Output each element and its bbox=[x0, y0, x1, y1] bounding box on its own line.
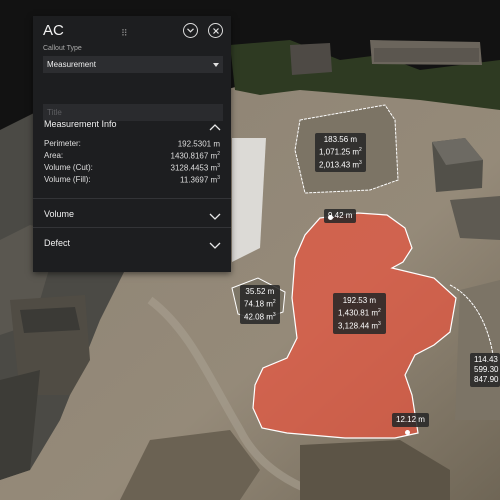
edge-bottom-label[interactable]: 12.12 m bbox=[392, 413, 429, 427]
divider bbox=[33, 227, 231, 228]
top-area-label[interactable]: 183.56 m 1,071.25 m2 2,013.43 m3 bbox=[315, 133, 366, 173]
right-area-area: 599.30 bbox=[474, 365, 499, 374]
row-label: Volume (Cut): bbox=[44, 163, 93, 172]
top-area-perimeter: 183.56 m bbox=[323, 135, 358, 144]
small-area-area: 74.18 m2 bbox=[244, 299, 276, 309]
measurement-info-label: Measurement Info bbox=[44, 119, 117, 129]
small-area-perimeter: 35.52 m bbox=[245, 287, 275, 296]
row-value: 3128.4453 m3 bbox=[170, 163, 220, 173]
right-area-volume: 847.90 bbox=[474, 375, 499, 384]
drag-handle-icon[interactable]: ⠿ bbox=[121, 28, 129, 39]
row-label: Area: bbox=[44, 151, 64, 160]
main-area-area: 1,430.81 m2 bbox=[338, 308, 381, 318]
small-area-label[interactable]: 35.52 m 74.18 m2 42.08 m3 bbox=[240, 285, 280, 325]
main-area-volume: 3,128.44 m3 bbox=[338, 320, 381, 331]
defect-section-header[interactable]: Defect bbox=[33, 232, 231, 254]
right-area-label[interactable]: 114.43 599.30 847.90 bbox=[470, 353, 500, 387]
dropdown-caret-icon bbox=[213, 63, 219, 67]
row-value: 11.3697 m3 bbox=[180, 175, 220, 185]
chevron-down-icon bbox=[209, 237, 221, 255]
right-area-perimeter: 114.43 bbox=[474, 355, 498, 364]
row-value: 1430.8167 m2 bbox=[170, 151, 220, 161]
callout-type-label: Callout Type bbox=[43, 45, 82, 52]
row-label: Perimeter: bbox=[44, 139, 81, 148]
volume-section-header[interactable]: Volume bbox=[33, 203, 231, 225]
measurement-info-header[interactable]: Measurement Info bbox=[33, 113, 231, 135]
defect-label: Defect bbox=[44, 238, 71, 248]
small-area-volume: 42.08 m3 bbox=[244, 311, 276, 322]
panel-title: AC bbox=[43, 22, 64, 39]
chevron-up-icon bbox=[209, 118, 221, 136]
callout-type-select[interactable]: Measurement bbox=[43, 56, 223, 73]
main-area-perimeter: 192.53 m bbox=[342, 296, 377, 305]
callout-panel: AC ⠿ Callout Type Measurement Measuremen… bbox=[33, 16, 231, 272]
row-value: 192.5301 m bbox=[177, 139, 220, 149]
row-label: Volume (Fill): bbox=[44, 175, 91, 184]
chevron-down-icon bbox=[209, 208, 221, 226]
top-area-area: 1,071.25 m2 bbox=[319, 147, 362, 157]
top-area-volume: 2,013.43 m3 bbox=[319, 159, 362, 170]
close-icon[interactable] bbox=[208, 23, 223, 38]
collapse-icon[interactable] bbox=[183, 23, 198, 38]
main-area-label[interactable]: 192.53 m 1,430.81 m2 3,128.44 m3 bbox=[333, 293, 386, 335]
callout-type-value: Measurement bbox=[47, 60, 96, 69]
vertex-marker[interactable] bbox=[328, 215, 333, 220]
divider bbox=[33, 198, 231, 199]
volume-label: Volume bbox=[44, 209, 75, 219]
vertex-marker[interactable] bbox=[405, 430, 410, 435]
